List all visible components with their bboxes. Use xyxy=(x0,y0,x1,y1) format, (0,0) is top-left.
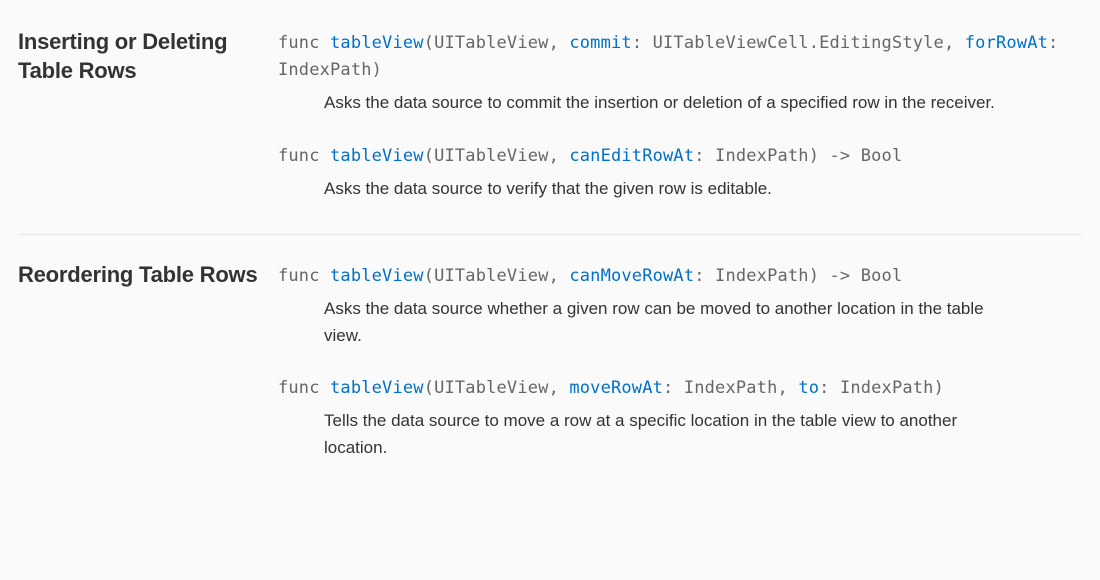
api-signature-link[interactable]: func tableView(UITableView, commit: UITa… xyxy=(278,30,1082,84)
api-description: Asks the data source to verify that the … xyxy=(278,170,1018,202)
api-description: Asks the data source whether a given row… xyxy=(278,290,1018,349)
topic-section-inserting-deleting: Inserting or Deleting Table Rows func ta… xyxy=(18,28,1082,235)
section-body: func tableView(UITableView, canMoveRowAt… xyxy=(278,261,1082,471)
section-heading: Inserting or Deleting Table Rows xyxy=(18,28,278,212)
api-declaration: func tableView(UITableView, canMoveRowAt… xyxy=(278,263,1082,349)
api-declaration: func tableView(UITableView, canEditRowAt… xyxy=(278,143,1082,203)
api-description: Tells the data source to move a row at a… xyxy=(278,402,1018,461)
section-body: func tableView(UITableView, commit: UITa… xyxy=(278,28,1082,212)
api-signature: func tableView(UITableView, canEditRowAt… xyxy=(278,143,1082,170)
api-signature: func tableView(UITableView, canMoveRowAt… xyxy=(278,263,1082,290)
api-signature-link[interactable]: func tableView(UITableView, canMoveRowAt… xyxy=(278,263,1082,290)
api-signature-link[interactable]: func tableView(UITableView, moveRowAt: I… xyxy=(278,375,1082,402)
api-description: Asks the data source to commit the inser… xyxy=(278,84,1018,116)
api-declaration: func tableView(UITableView, commit: UITa… xyxy=(278,30,1082,117)
api-signature: func tableView(UITableView, moveRowAt: I… xyxy=(278,375,1082,402)
api-declaration: func tableView(UITableView, moveRowAt: I… xyxy=(278,375,1082,461)
topic-section-reordering: Reordering Table Rows func tableView(UIT… xyxy=(18,261,1082,493)
section-heading: Reordering Table Rows xyxy=(18,261,278,471)
api-signature-link[interactable]: func tableView(UITableView, canEditRowAt… xyxy=(278,143,1082,170)
api-signature: func tableView(UITableView, commit: UITa… xyxy=(278,30,1082,84)
doc-container: Inserting or Deleting Table Rows func ta… xyxy=(0,0,1100,493)
